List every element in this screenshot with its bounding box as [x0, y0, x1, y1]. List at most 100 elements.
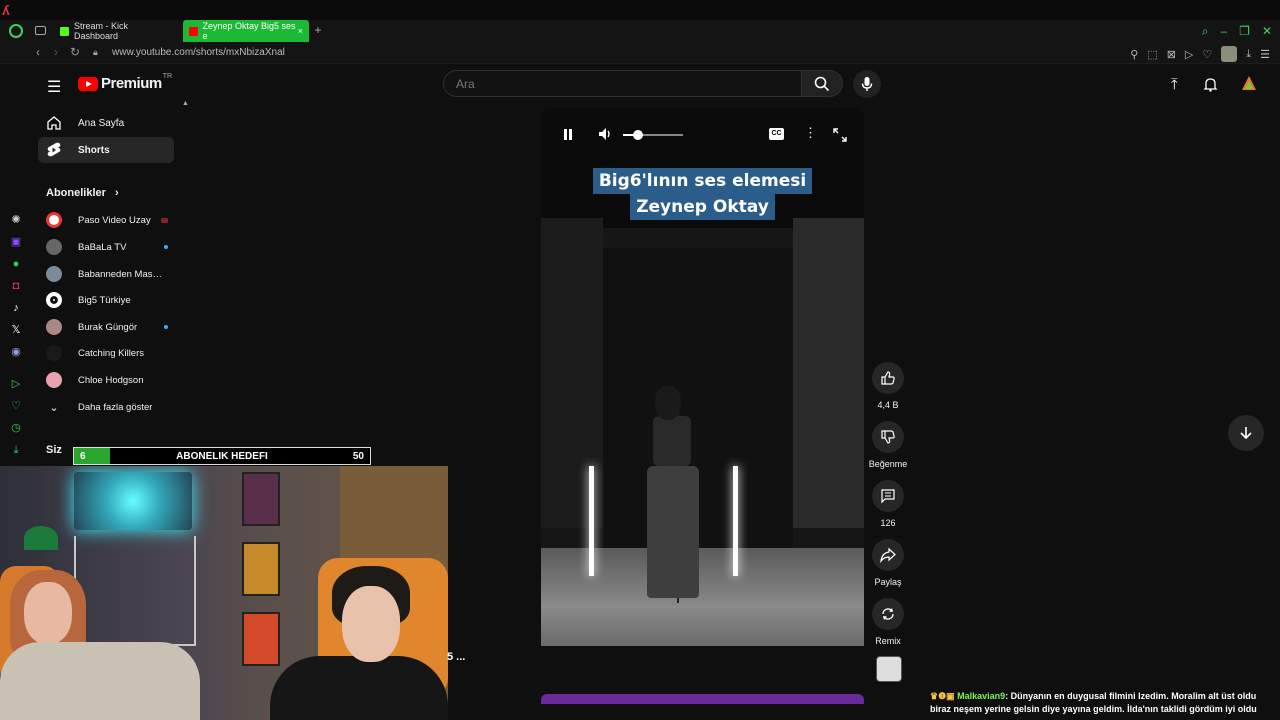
extension-icon[interactable]: ⊠ — [1167, 48, 1176, 61]
kick-favicon-icon — [60, 26, 69, 36]
next-short-preview[interactable] — [541, 694, 864, 704]
subscription-item[interactable]: Burak Güngör — [46, 317, 168, 337]
minimize-icon[interactable]: – — [1220, 24, 1227, 39]
favorites-rail-icon[interactable]: ♡ — [10, 400, 22, 412]
close-window-icon[interactable]: ✕ — [1262, 24, 1272, 39]
workspaces-icon[interactable] — [35, 26, 46, 35]
youtube-premium-logo[interactable]: Premium TR — [78, 73, 173, 92]
volume-knob[interactable] — [633, 130, 643, 140]
audio-source-thumbnail[interactable] — [876, 656, 902, 682]
share-button[interactable]: Paylaş — [870, 539, 906, 587]
discord-icon[interactable]: ◉ — [10, 346, 22, 358]
chevron-down-icon: ⌄ — [49, 401, 59, 414]
channel-avatar — [46, 292, 62, 308]
subscription-item[interactable]: Chloe Hodgson — [46, 370, 168, 390]
show-more-label: Daha fazla göster — [78, 401, 153, 413]
lamp — [24, 526, 58, 550]
address-bar: ‹ › ↻ 🔒︎ www.youtube.com/shorts/mxNbizaX… — [0, 42, 1280, 64]
subscription-item[interactable]: BaBaLa TV — [46, 237, 168, 257]
pause-icon[interactable] — [562, 128, 574, 141]
address-bar-tools: ⚲ ⬚ ⊠ ▷ ♡ ⤓ ☰ — [1130, 46, 1270, 62]
url-field[interactable]: www.youtube.com/shorts/mxNbizaXnal — [112, 47, 285, 58]
upload-icon[interactable]: ⤒ — [1171, 76, 1178, 93]
channel-name: BaBaLa TV — [78, 241, 127, 253]
sidebar-item-shorts[interactable]: Shorts — [38, 137, 174, 163]
reload-icon[interactable]: ↻ — [70, 45, 80, 59]
x-icon[interactable]: 𝕏 — [10, 324, 22, 336]
player-rail-icon[interactable]: ▷ — [10, 378, 22, 390]
person-left — [24, 582, 72, 644]
partial-text: 5 ... — [447, 651, 466, 663]
app-logo-icon: ʎ — [2, 2, 10, 18]
remix-button[interactable]: Remix — [870, 598, 906, 646]
window-controls: ⌕ – ❐ ✕ — [1202, 24, 1272, 39]
fullscreen-icon[interactable] — [833, 128, 847, 142]
shorts-icon — [47, 142, 61, 157]
pin-icon[interactable]: ⚲ — [1130, 48, 1138, 61]
whatsapp-icon[interactable]: ● — [10, 258, 22, 270]
instagram-icon[interactable]: ◘ — [10, 280, 22, 292]
volume-icon[interactable] — [597, 126, 613, 142]
opera-logo-icon[interactable] — [9, 24, 23, 38]
caption-line: Big6'lının ses elemesi — [592, 168, 813, 194]
chevron-right-icon: › — [114, 187, 119, 199]
snapshot-icon[interactable]: ⬚ — [1147, 48, 1157, 61]
player-icon[interactable]: ▷ — [1185, 48, 1193, 61]
voice-search-button[interactable] — [853, 70, 881, 98]
easy-setup-icon[interactable]: ☰ — [1260, 48, 1270, 61]
os-top-strip: ʎ — [0, 0, 1280, 20]
menu-icon[interactable]: ☰ — [47, 77, 61, 97]
restore-icon[interactable]: ❐ — [1239, 24, 1250, 39]
subscription-item[interactable]: Babanneden Masallar — [46, 264, 168, 284]
notifications-bell-icon[interactable] — [1203, 77, 1218, 92]
subscription-item[interactable]: Big5 Türkiye — [46, 290, 168, 310]
heart-icon[interactable]: ♡ — [1202, 48, 1212, 61]
more-options-icon[interactable]: ⋮ — [804, 125, 817, 141]
subscription-item[interactable]: Catching Killers — [46, 343, 168, 363]
brand-label: Premium — [101, 75, 162, 92]
video-caption: Big6'lının ses elemesi Zeynep Oktay — [541, 168, 864, 220]
tab-youtube-short[interactable]: Zeynep Oktay Big5 ses e × — [183, 20, 309, 42]
search-button[interactable] — [801, 70, 843, 97]
search-input[interactable] — [444, 71, 801, 96]
home-icon — [47, 116, 61, 130]
search-tabs-icon[interactable]: ⌕ — [1202, 24, 1209, 39]
account-avatar-icon[interactable] — [1241, 75, 1257, 91]
forward-icon[interactable]: › — [54, 45, 58, 59]
like-button[interactable]: 4,4 B — [870, 362, 906, 410]
download-icon[interactable]: ⤓ — [1246, 48, 1251, 61]
youtube-play-icon — [78, 76, 98, 91]
twitch-icon[interactable]: ▣ — [10, 236, 22, 248]
singer — [655, 386, 681, 420]
shorts-video-player[interactable]: Big6'lının ses elemesi Zeynep Oktay CC ⋮ — [541, 108, 864, 646]
region-label: TR — [162, 73, 173, 80]
next-short-button[interactable] — [1228, 415, 1264, 451]
back-icon[interactable]: ‹ — [36, 45, 40, 59]
comments-button[interactable]: 126 — [870, 480, 906, 528]
chatgpt-icon[interactable]: ✺ — [10, 214, 22, 226]
tab-close-icon[interactable]: × — [298, 26, 303, 36]
downloads-rail-icon[interactable]: ⤓ — [10, 444, 22, 456]
dislike-button[interactable]: Beğenme — [869, 421, 907, 469]
sidebar-item-home[interactable]: Ana Sayfa — [38, 110, 174, 136]
channel-name: Catching Killers — [78, 347, 144, 359]
tiktok-icon[interactable]: ♪ — [10, 302, 22, 314]
tab-kick-dashboard[interactable]: Stream - Kick Dashboard — [54, 20, 180, 42]
profile-avatar[interactable] — [1221, 46, 1238, 62]
goal-title: ABONELIK HEDEFI — [176, 451, 268, 462]
new-tab-button[interactable]: + — [312, 23, 324, 37]
subscription-item[interactable]: Paso Video Uzay — [46, 210, 168, 230]
remix-label: Remix — [875, 636, 901, 646]
you-section-header[interactable]: Siz — [46, 444, 62, 456]
channel-avatar — [46, 266, 62, 282]
sidebar-scroll-up-icon[interactable]: ▲ — [182, 100, 189, 107]
comment-icon — [881, 489, 895, 504]
like-count: 4,4 B — [877, 400, 899, 410]
channel-name: Babanneden Masallar — [78, 268, 166, 280]
show-more-button[interactable]: ⌄ Daha fazla göster — [46, 397, 168, 417]
history-icon[interactable]: ◷ — [10, 422, 22, 434]
sidebar-item-label: Ana Sayfa — [78, 117, 125, 129]
captions-icon[interactable]: CC — [769, 128, 784, 140]
channel-name: Paso Video Uzay — [78, 214, 151, 226]
subscriptions-header[interactable]: Abonelikler › — [46, 187, 119, 199]
